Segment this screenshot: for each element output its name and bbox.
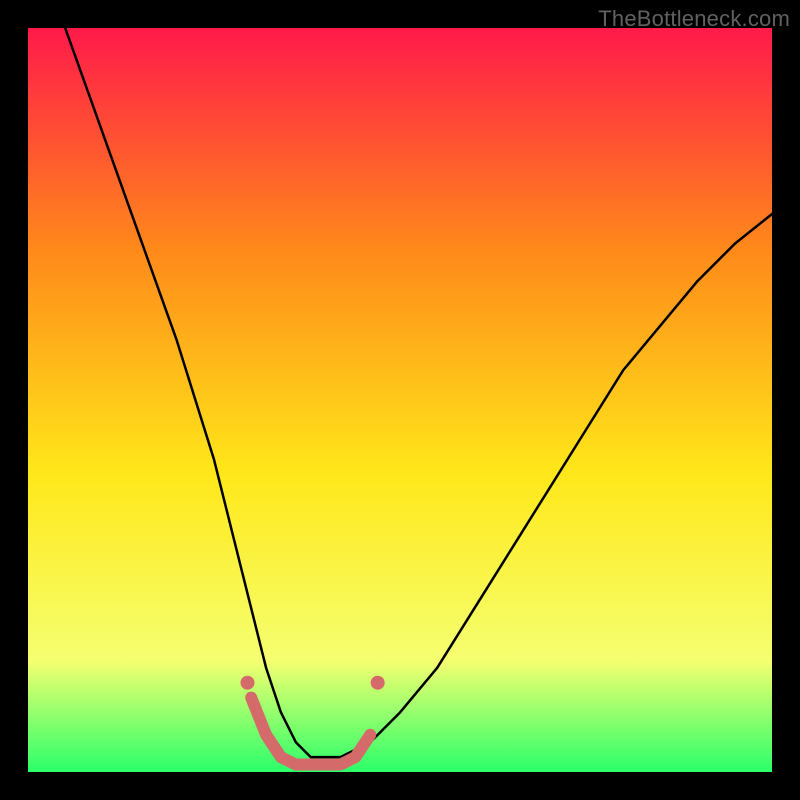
bottleneck-chart xyxy=(0,0,800,800)
watermark-label: TheBottleneck.com xyxy=(598,6,790,32)
series-highlight-dot-right xyxy=(371,676,385,690)
series-highlight-dot-left xyxy=(240,676,254,690)
plot-background xyxy=(28,28,772,772)
outer-frame: TheBottleneck.com xyxy=(0,0,800,800)
